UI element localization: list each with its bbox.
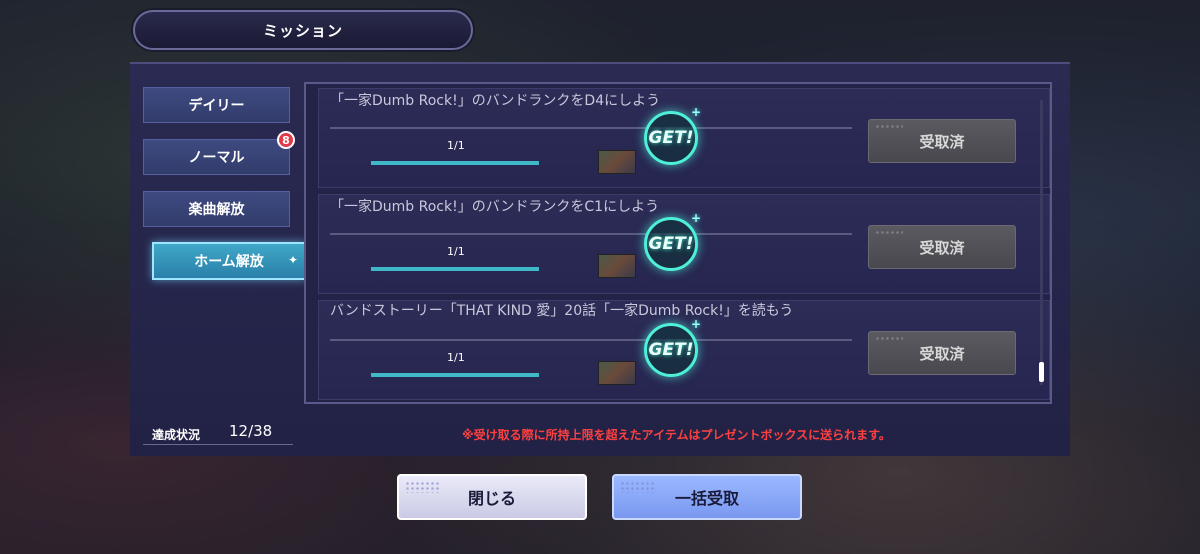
reward-thumbnail — [598, 150, 636, 174]
progress-bar — [371, 267, 539, 271]
claim-all-label: 一括受取 — [674, 489, 739, 508]
mission-item: バンドストーリー「THAT KIND 愛」20話「一家Dumb Rock!」を読… — [318, 300, 1050, 400]
progress-bar — [371, 373, 539, 377]
claimed-button[interactable]: 受取済 — [868, 225, 1016, 269]
scrollbar-thumb[interactable] — [1039, 362, 1044, 382]
achievement-count: 12/38 — [229, 422, 273, 440]
tab-label: ノーマル — [188, 150, 245, 166]
claimed-label: 受取済 — [919, 132, 965, 151]
mission-description: 「一家Dumb Rock!」のバンドランクをC1にしよう — [330, 199, 660, 215]
tab-daily[interactable]: デイリー — [143, 87, 290, 123]
divider — [330, 127, 852, 129]
tab-label: 楽曲解放 — [188, 202, 245, 218]
mission-description: バンドストーリー「THAT KIND 愛」20話「一家Dumb Rock!」を読… — [330, 303, 794, 319]
scrollbar-track[interactable] — [1040, 100, 1043, 385]
claimed-button[interactable]: 受取済 — [868, 331, 1016, 375]
divider — [330, 339, 852, 341]
divider — [143, 444, 293, 445]
mission-item: 「一家Dumb Rock!」のバンドランクをD4にしよう 1/1 GET! 受取… — [318, 88, 1050, 188]
get-stamp-icon: GET! — [644, 105, 701, 165]
progress-count: 1/1 — [447, 351, 465, 364]
reward-thumbnail — [598, 361, 636, 385]
overflow-notice: ※受け取る際に所持上限を超えたアイテムはプレゼントボックスに送られます。 — [462, 428, 891, 442]
tab-label: デイリー — [188, 98, 245, 114]
mission-item: 「一家Dumb Rock!」のバンドランクをC1にしよう 1/1 GET! 受取… — [318, 194, 1050, 294]
page-title: ミッション — [133, 10, 473, 50]
progress-fill — [371, 373, 539, 377]
progress-bar — [371, 161, 539, 165]
dots-decoration — [875, 124, 903, 130]
progress-fill — [371, 267, 539, 271]
get-stamp-icon: GET! — [644, 317, 701, 377]
dots-decoration — [620, 481, 656, 493]
progress-fill — [371, 161, 539, 165]
claimed-button[interactable]: 受取済 — [868, 119, 1016, 163]
claimed-label: 受取済 — [919, 344, 965, 363]
close-label: 閉じる — [467, 489, 516, 508]
progress-count: 1/1 — [447, 139, 465, 152]
close-button[interactable]: 閉じる — [397, 474, 587, 520]
tab-home-unlock[interactable]: ホーム解放 ✦ — [152, 242, 306, 280]
notification-badge: 8 — [277, 131, 295, 149]
tab-normal[interactable]: ノーマル — [143, 139, 290, 175]
dots-decoration — [875, 336, 903, 342]
get-stamp-icon: GET! — [644, 211, 701, 271]
claimed-label: 受取済 — [919, 238, 965, 257]
progress-count: 1/1 — [447, 245, 465, 258]
dots-decoration — [405, 481, 441, 493]
achievement-label: 達成状況 — [152, 428, 201, 442]
reward-thumbnail — [598, 254, 636, 278]
divider — [330, 233, 852, 235]
sparkle-icon: ✦ — [287, 253, 298, 267]
tab-label: ホーム解放 — [194, 254, 264, 270]
claim-all-button[interactable]: 一括受取 — [612, 474, 802, 520]
dots-decoration — [875, 230, 903, 236]
tab-song-unlock[interactable]: 楽曲解放 — [143, 191, 290, 227]
mission-description: 「一家Dumb Rock!」のバンドランクをD4にしよう — [330, 93, 661, 109]
